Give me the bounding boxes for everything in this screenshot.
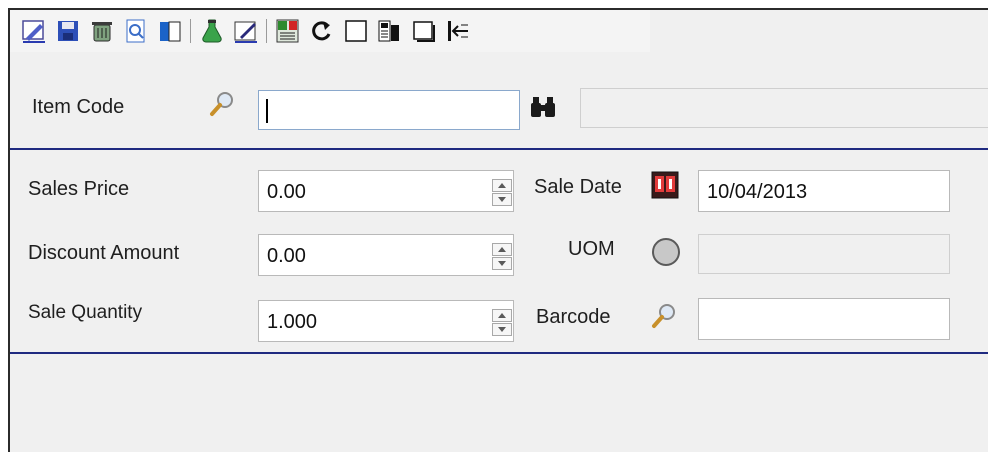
- barcode-lookup-icon[interactable]: [650, 302, 678, 330]
- item-description-field: [580, 88, 988, 128]
- discount-amount-input[interactable]: 0.00: [258, 234, 514, 276]
- sale-date-value: 10/04/2013: [707, 181, 808, 203]
- discount-amount-label: Discount Amount: [28, 242, 180, 264]
- discount-amount-value: 0.00: [267, 245, 306, 267]
- sales-price-label: Sales Price: [28, 178, 130, 200]
- flask-icon[interactable]: [198, 17, 226, 45]
- form-divider: [10, 352, 988, 354]
- sales-price-value: 0.00: [267, 181, 306, 203]
- uom-circle-icon[interactable]: [650, 236, 682, 268]
- formula-icon[interactable]: [274, 17, 302, 45]
- pen-icon[interactable]: [232, 17, 260, 45]
- blank-icon[interactable]: [342, 17, 370, 45]
- edit-icon[interactable]: [20, 17, 48, 45]
- sale-date-label: Sale Date: [534, 176, 622, 198]
- binoculars-icon[interactable]: [528, 94, 558, 120]
- spin-down-button[interactable]: [492, 323, 512, 336]
- delete-icon[interactable]: [88, 17, 116, 45]
- spin-up-button[interactable]: [492, 243, 512, 256]
- header-divider: [10, 148, 988, 150]
- sales-price-spinner[interactable]: [492, 179, 514, 207]
- spin-up-button[interactable]: [492, 179, 512, 192]
- barcode-label: Barcode: [536, 306, 611, 328]
- sale-quantity-label: Sale Quantity: [28, 302, 143, 323]
- text-caret: [266, 99, 268, 123]
- sales-price-input[interactable]: 0.00: [258, 170, 514, 212]
- toolbar-separator: [266, 19, 267, 43]
- report-icon[interactable]: [376, 17, 404, 45]
- spin-up-button[interactable]: [492, 309, 512, 322]
- exit-icon[interactable]: [444, 17, 472, 45]
- uom-label: UOM: [568, 238, 615, 260]
- refresh-icon[interactable]: [308, 17, 336, 45]
- sale-quantity-value: 1.000: [267, 311, 318, 333]
- item-code-input[interactable]: [258, 90, 520, 130]
- spin-down-button[interactable]: [492, 257, 512, 270]
- window-icon[interactable]: [410, 17, 438, 45]
- item-code-label: Item Code: [32, 96, 125, 118]
- preview-icon[interactable]: [122, 17, 150, 45]
- calendar-icon[interactable]: [650, 170, 680, 200]
- item-code-lookup-icon[interactable]: [208, 90, 236, 118]
- discount-amount-spinner[interactable]: [492, 243, 514, 271]
- item-sales-window: Item Code Sales Price 0.00 Discount Amou…: [8, 8, 988, 452]
- columns-icon[interactable]: [156, 17, 184, 45]
- sale-date-input[interactable]: 10/04/2013: [698, 170, 950, 212]
- barcode-input[interactable]: [698, 298, 950, 340]
- toolbar: [10, 10, 650, 52]
- uom-field: [698, 234, 950, 274]
- spin-down-button[interactable]: [492, 193, 512, 206]
- toolbar-separator: [190, 19, 191, 43]
- sale-quantity-spinner[interactable]: [492, 309, 514, 337]
- save-icon[interactable]: [54, 17, 82, 45]
- sale-quantity-input[interactable]: 1.000: [258, 300, 514, 342]
